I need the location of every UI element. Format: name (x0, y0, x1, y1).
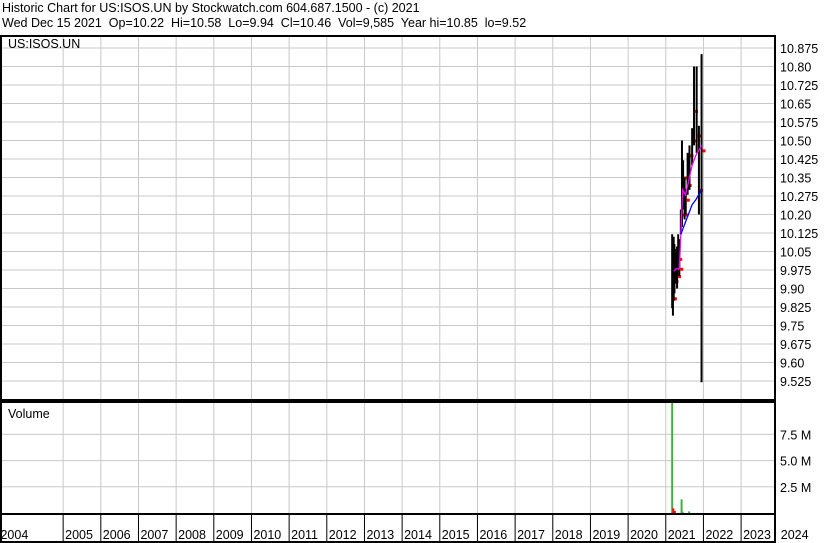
year-label: 2009 (216, 528, 244, 542)
year-label: 2008 (178, 528, 206, 542)
year-label: 2021 (668, 528, 696, 542)
year-label: 2014 (404, 528, 432, 542)
year-label: 2015 (442, 528, 470, 542)
price-tick-label: 9.675 (780, 338, 811, 352)
price-tick-label: 10.575 (780, 116, 818, 130)
year-label: 2005 (65, 528, 93, 542)
volume-label: Volume (8, 407, 50, 421)
year-label: 2019 (592, 528, 620, 542)
volume-tick-label: 5.0 M (780, 455, 811, 469)
price-tick-label: 10.65 (780, 98, 811, 112)
price-tick-label: 9.525 (780, 375, 811, 389)
price-pane-border (0, 35, 776, 401)
price-tick-label: 9.75 (780, 320, 804, 334)
volume-pane-border (0, 401, 776, 515)
price-tick-label: 10.725 (780, 79, 818, 93)
year-label: 2004 (0, 528, 28, 542)
year-label: 2016 (479, 528, 507, 542)
year-label: 2024 (781, 528, 809, 542)
price-tick-label: 9.60 (780, 357, 804, 371)
price-tick-label: 10.875 (780, 42, 818, 56)
year-label: 2023 (743, 528, 771, 542)
close-marker (680, 267, 684, 271)
price-tick-label: 9.825 (780, 301, 811, 315)
price-tick-label: 9.975 (780, 264, 811, 278)
price-tick-label: 10.80 (780, 61, 811, 75)
close-marker (686, 198, 690, 202)
price-tick-label: 10.20 (780, 209, 811, 223)
volume-tick-label: 7.5 M (780, 428, 811, 442)
year-label: 2020 (630, 528, 658, 542)
price-tick-label: 10.35 (780, 172, 811, 186)
year-label: 2017 (517, 528, 545, 542)
close-marker (702, 149, 706, 153)
price-tick-label: 10.425 (780, 153, 818, 167)
year-label: 2007 (140, 528, 168, 542)
volume-tick-label: 2.5 M (780, 481, 811, 495)
price-tick-label: 10.275 (780, 190, 818, 204)
axis-labels: 2004 2005 2006 2007 2008 2009 2010 2011 2012 2013… (0, 42, 818, 542)
price-tick-label: 10.125 (780, 227, 818, 241)
year-label: 2012 (329, 528, 357, 542)
price-tick-label: 9.90 (780, 283, 804, 297)
chart-marks (671, 54, 706, 513)
year-label: 2013 (366, 528, 394, 542)
symbol-label: US:ISOS.UN (8, 37, 80, 51)
price-tick-label: 10.05 (780, 246, 811, 260)
year-label: 2010 (253, 528, 281, 542)
stock-chart: US:ISOS.UN Volume 2004 2005 2006 2007 2008 20… (0, 35, 818, 543)
price-tick-label: 10.50 (780, 135, 811, 149)
year-label: 2006 (103, 528, 131, 542)
year-label: 2022 (705, 528, 733, 542)
year-label: 2011 (291, 528, 318, 542)
year-label: 2018 (555, 528, 583, 542)
grid (1, 36, 775, 542)
